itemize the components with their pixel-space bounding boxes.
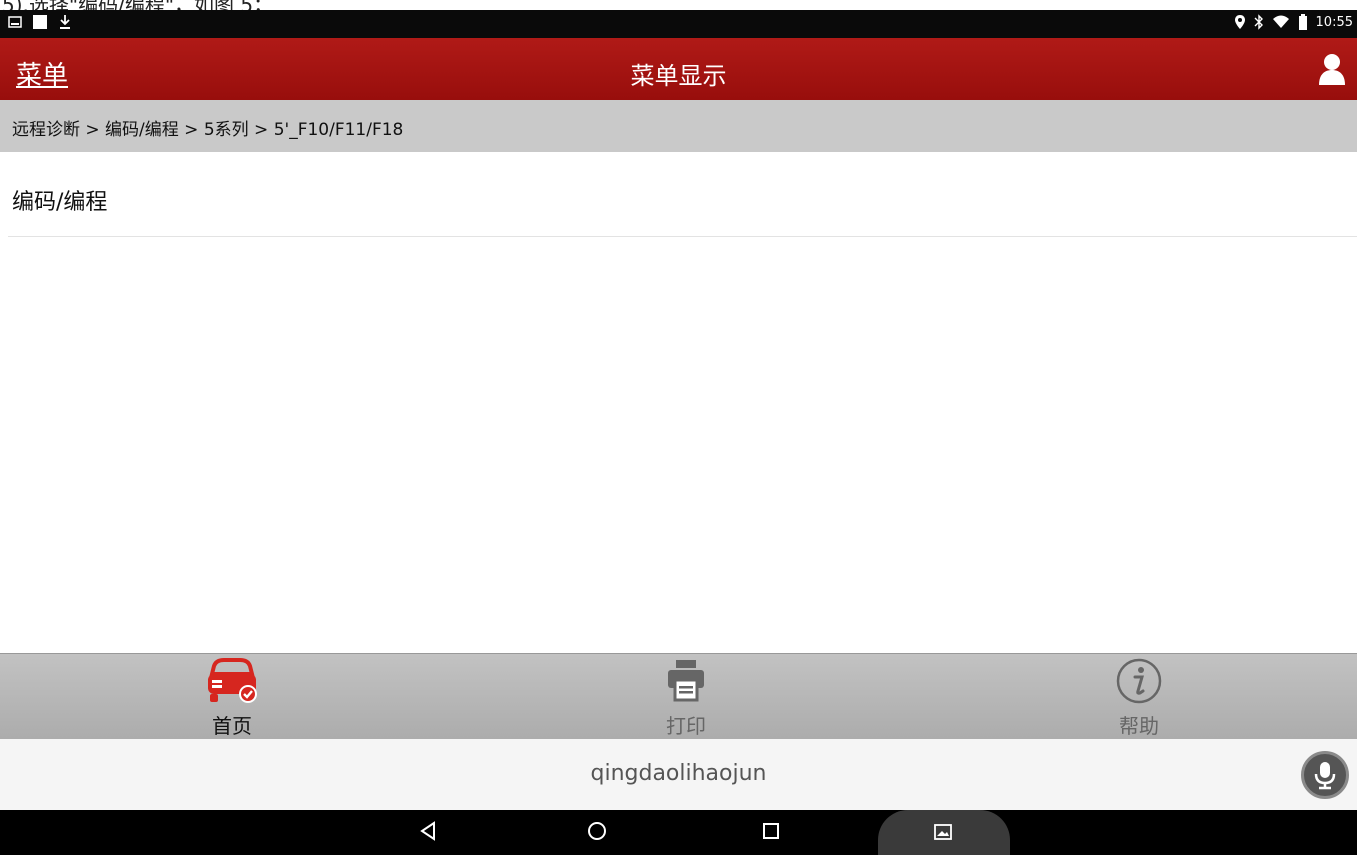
mic-button[interactable] bbox=[1301, 751, 1349, 799]
top-app-bar: 菜单 菜单显示 bbox=[0, 38, 1357, 100]
screenshot-icon bbox=[8, 16, 22, 28]
menu-item-coding-programming[interactable]: 编码/编程 bbox=[8, 152, 1357, 237]
home-circle-icon[interactable] bbox=[586, 820, 608, 842]
wifi-icon bbox=[1272, 15, 1289, 28]
watermark-text: qingdaolihaojun bbox=[590, 761, 767, 786]
location-icon bbox=[1234, 15, 1245, 29]
caption-text-strip: 5).选择"编码/编程"，如图 5； bbox=[0, 0, 1357, 10]
info-help-icon bbox=[1116, 658, 1162, 704]
gallery-pill[interactable] bbox=[878, 810, 1010, 855]
microphone-icon bbox=[1314, 762, 1336, 790]
status-time: 10:55 bbox=[1315, 14, 1353, 30]
bottom-toolbar: 首页 打印 帮助 bbox=[0, 653, 1357, 739]
page-title: 菜单显示 bbox=[630, 62, 727, 90]
tab-print-label: 打印 bbox=[666, 714, 706, 738]
caption-text: 5).选择"编码/编程"，如图 5； bbox=[2, 0, 273, 10]
printer-icon bbox=[668, 660, 704, 702]
gallery-icon bbox=[934, 824, 952, 840]
tab-print[interactable]: 打印 bbox=[606, 654, 766, 740]
back-icon[interactable] bbox=[418, 820, 438, 842]
user-icon[interactable] bbox=[1317, 52, 1347, 86]
car-home-icon bbox=[208, 658, 257, 703]
breadcrumb-path: 远程诊断 > 编码/编程 > 5系列 > 5'_F10/F11/F18 bbox=[12, 120, 404, 140]
status-bar: 10:55 bbox=[0, 10, 1357, 38]
menu-item-label: 编码/编程 bbox=[12, 190, 108, 215]
notification-square-icon bbox=[33, 15, 47, 29]
tab-home-label: 首页 bbox=[212, 714, 252, 738]
recents-icon[interactable] bbox=[761, 820, 781, 842]
system-navigation-bar bbox=[0, 810, 1357, 855]
bluetooth-icon bbox=[1254, 14, 1263, 30]
tab-home[interactable]: 首页 bbox=[152, 654, 312, 740]
watermark-bar: qingdaolihaojun bbox=[0, 739, 1357, 810]
breadcrumb: 远程诊断 > 编码/编程 > 5系列 > 5'_F10/F11/F18 bbox=[0, 100, 1357, 152]
download-icon bbox=[60, 15, 70, 29]
battery-icon bbox=[1298, 14, 1307, 30]
tab-help[interactable]: 帮助 bbox=[1059, 654, 1219, 740]
tab-help-label: 帮助 bbox=[1119, 714, 1159, 738]
